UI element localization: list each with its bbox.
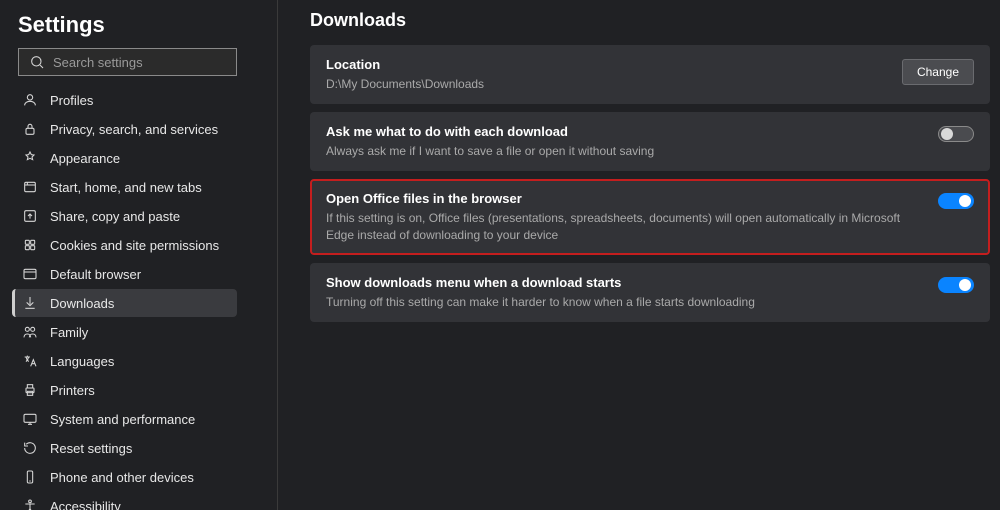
setting-row-text: Show downloads menu when a download star… [326, 275, 924, 310]
languages-icon [22, 353, 38, 369]
sidebar-item-label: Phone and other devices [50, 470, 194, 485]
setting-row-action [938, 275, 974, 293]
cookies-icon [22, 237, 38, 253]
sidebar: Settings Profiles Privacy, search, and se… [0, 0, 278, 510]
sidebar-item-system[interactable]: System and performance [12, 405, 237, 433]
sidebar-item-label: Privacy, search, and services [50, 122, 218, 137]
setting-row-action: Change [902, 57, 974, 85]
startpage-icon [22, 179, 38, 195]
sidebar-item-label: Appearance [50, 151, 120, 166]
sidebar-item-browser[interactable]: Default browser [12, 260, 237, 288]
main-panel: Downloads Location D:\My Documents\Downlo… [278, 0, 1000, 510]
settings-title: Settings [12, 8, 277, 48]
printer-icon [22, 382, 38, 398]
sidebar-item-reset[interactable]: Reset settings [12, 434, 237, 462]
setting-row: Location D:\My Documents\Downloads Change [310, 45, 990, 104]
phone-icon [22, 469, 38, 485]
sidebar-item-family[interactable]: Family [12, 318, 237, 346]
setting-row-desc: Always ask me if I want to save a file o… [326, 143, 924, 159]
sidebar-item-cookies[interactable]: Cookies and site permissions [12, 231, 237, 259]
setting-row: Show downloads menu when a download star… [310, 263, 990, 322]
accessibility-icon [22, 498, 38, 510]
sidebar-item-label: Cookies and site permissions [50, 238, 219, 253]
setting-row-text: Ask me what to do with each download Alwa… [326, 124, 924, 159]
toggle-switch[interactable] [938, 126, 974, 142]
sidebar-item-lock[interactable]: Privacy, search, and services [12, 115, 237, 143]
settings-rows: Location D:\My Documents\Downloads Change A… [310, 45, 990, 322]
toggle-knob [959, 195, 971, 207]
sidebar-item-label: Start, home, and new tabs [50, 180, 202, 195]
download-icon [22, 295, 38, 311]
sidebar-item-label: System and performance [50, 412, 195, 427]
setting-row-text: Location D:\My Documents\Downloads [326, 57, 888, 92]
sidebar-item-label: Default browser [50, 267, 141, 282]
sidebar-nav: Profiles Privacy, search, and services App… [12, 86, 277, 510]
setting-row-desc: If this setting is on, Office files (pre… [326, 210, 924, 242]
toggle-knob [941, 128, 953, 140]
search-box[interactable] [18, 48, 237, 76]
sidebar-item-appearance[interactable]: Appearance [12, 144, 237, 172]
sidebar-item-label: Reset settings [50, 441, 132, 456]
search-input[interactable] [53, 55, 226, 70]
sidebar-item-languages[interactable]: Languages [12, 347, 237, 375]
sidebar-item-startpage[interactable]: Start, home, and new tabs [12, 173, 237, 201]
browser-icon [22, 266, 38, 282]
sidebar-item-label: Printers [50, 383, 95, 398]
toggle-switch[interactable] [938, 193, 974, 209]
profile-icon [22, 92, 38, 108]
setting-row-title: Show downloads menu when a download star… [326, 275, 924, 290]
toggle-knob [959, 279, 971, 291]
sidebar-item-label: Profiles [50, 93, 93, 108]
change-button[interactable]: Change [902, 59, 974, 85]
lock-icon [22, 121, 38, 137]
toggle-switch[interactable] [938, 277, 974, 293]
sidebar-item-profile[interactable]: Profiles [12, 86, 237, 114]
sidebar-item-label: Accessibility [50, 499, 121, 510]
sidebar-item-label: Family [50, 325, 88, 340]
setting-row-title: Open Office files in the browser [326, 191, 924, 206]
page-title: Downloads [310, 4, 990, 45]
sidebar-item-download[interactable]: Downloads [12, 289, 237, 317]
setting-row-title: Location [326, 57, 888, 72]
sidebar-item-label: Downloads [50, 296, 114, 311]
reset-icon [22, 440, 38, 456]
sidebar-item-phone[interactable]: Phone and other devices [12, 463, 237, 491]
sidebar-item-label: Share, copy and paste [50, 209, 180, 224]
appearance-icon [22, 150, 38, 166]
setting-row: Open Office files in the browser If this … [310, 179, 990, 254]
sidebar-item-share[interactable]: Share, copy and paste [12, 202, 237, 230]
setting-row-action [938, 124, 974, 142]
sidebar-item-label: Languages [50, 354, 114, 369]
setting-row-desc: D:\My Documents\Downloads [326, 76, 888, 92]
sidebar-item-accessibility[interactable]: Accessibility [12, 492, 237, 510]
sidebar-item-printer[interactable]: Printers [12, 376, 237, 404]
system-icon [22, 411, 38, 427]
search-icon [29, 54, 45, 70]
setting-row-action [938, 191, 974, 209]
setting-row-text: Open Office files in the browser If this … [326, 191, 924, 242]
setting-row: Ask me what to do with each download Alwa… [310, 112, 990, 171]
setting-row-desc: Turning off this setting can make it har… [326, 294, 924, 310]
family-icon [22, 324, 38, 340]
share-icon [22, 208, 38, 224]
setting-row-title: Ask me what to do with each download [326, 124, 924, 139]
